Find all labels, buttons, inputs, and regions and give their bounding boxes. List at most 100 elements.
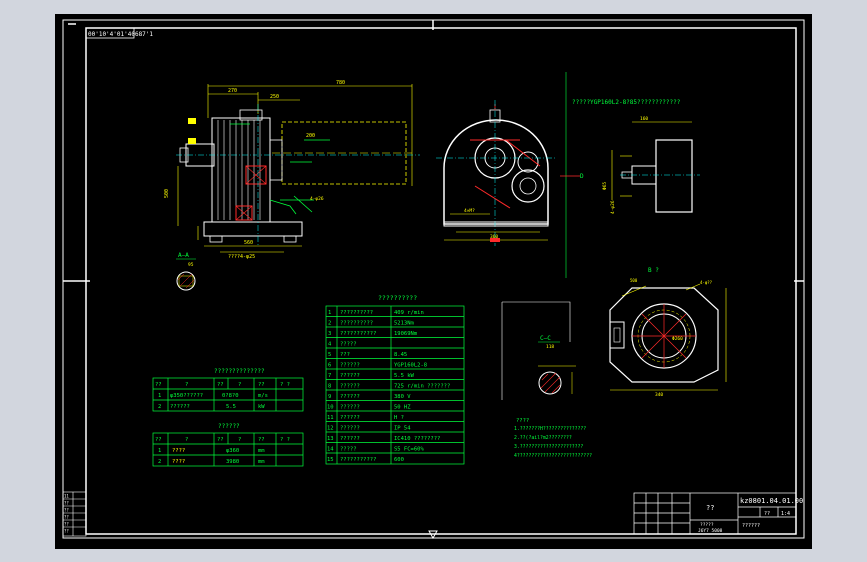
param-row-no: 13 [327,436,334,442]
param-row-value: 8.45 [394,352,407,358]
param-row-value: 5.5 kW [394,373,415,379]
scale-label: ?? [764,511,770,517]
table-b-cell: 3980 [226,459,239,465]
dim-len-b: 250 [270,94,279,100]
table-b-cell: mm [258,459,265,465]
dim-circle-note: 4-φ?? [700,280,713,285]
section-aa-label: A—A [178,252,189,259]
dim-len-a: 270 [228,88,237,94]
dim-b-top: 500 [630,278,638,283]
dim-base-len: 560 [244,240,253,246]
company-name: ?????? [742,523,760,529]
rev-cell: ?? [64,529,69,534]
table-a-cell: ?????? [170,404,190,410]
drawing-sheet [55,14,812,549]
param-row-no: 2 [328,321,331,327]
arrow-d-label: D [580,173,584,180]
param-row-name: ??? [340,352,350,358]
drawing-name: ?? [706,504,714,512]
table-b-cell: ???? [172,448,185,454]
param-row-name: ?????? [340,394,360,400]
param-row-value: 5213Nm [394,321,415,327]
section-cc-label: C—C [540,335,551,342]
motor-note: ?????YGP160L2-8?85???????????? [572,99,681,106]
rev-cell: ?? [64,508,69,513]
rev-cell: ?? [64,501,69,506]
note-1: 1.???????H??????????????? [514,426,586,432]
table-b-cell: mm [258,448,265,454]
table-b-h1: ? [185,437,188,443]
table-a-cell: m/s [258,393,268,399]
note-2: 2.??(?ail?m2???????? [514,435,572,441]
dim-pcd: Φ260 [672,336,683,342]
table-a-h1: ? [185,382,188,388]
dim-d-key: 4-φ26 [610,200,616,214]
table-b-cell: ???? [172,459,185,465]
rev-cell: ?? [64,522,69,527]
table-a-h0: ?? [155,382,162,388]
table-b-h5: ? ? [280,437,290,443]
param-row-name: ?????? [340,373,360,379]
param-row-value: H ? [394,415,404,421]
param-row-no: 6 [328,363,331,369]
table-b-h3: ? [238,437,241,443]
dim-total-len: 780 [336,80,345,86]
param-row-no: 15 [327,457,334,463]
param-row-no: 5 [328,352,331,358]
param-row-value: 50 HZ [394,405,411,411]
callout-flag-1 [188,118,196,124]
dim-cc: 118 [546,344,554,350]
callout-flag-2 [188,138,196,144]
table-b-cell: 2 [158,459,161,465]
table-a-cell: kW [258,404,265,410]
table-b-title: ?????? [218,423,240,430]
param-row-value: S5 FC=60% [394,447,424,453]
param-row-no: 3 [328,331,331,337]
rev-cell: 11 [64,494,69,499]
table-a-h5: ? ? [280,382,290,388]
material: J6Y7 5008 [698,528,723,534]
param-row-name: ?????? [340,384,360,390]
param-row-name: ?????????? [340,310,373,316]
param-row-name: ?????????? [340,321,373,327]
table-a-h3: ? [238,382,241,388]
param-row-value: 409 r/min [394,310,424,316]
dim-flange: 200 [306,133,315,139]
dim-d-len: 160 [640,116,648,122]
dim-anchor-note: 4×M? [464,208,475,214]
param-row-name: ????? [340,342,357,348]
param-row-no: 12 [327,426,334,432]
param-row-value: 600 [394,457,404,463]
table-b-h2: ?? [217,437,224,443]
cad-viewport[interactable]: 00'10'4'01'40687'1 780 270 250 500 560 ?… [0,0,867,562]
table-a-h4: ?? [258,382,265,388]
param-row-no: 8 [328,384,331,390]
param-row-no: 10 [327,405,334,411]
param-row-no: 14 [327,447,334,453]
param-row-no: 7 [328,373,331,379]
param-row-name: ??????????? [340,331,376,337]
param-row-no: 1 [328,310,331,316]
view-b-label: B ? [648,267,659,274]
table-b-h4: ?? [258,437,265,443]
param-row-value: 380 V [394,394,411,400]
param-row-name: ?????? [340,426,360,432]
dim-key-note: 4-φ26 [310,196,324,202]
param-row-name: ?????? [340,415,360,421]
table-b-cell: 1 [158,448,161,454]
corner-stamp: 00'10'4'01'40687'1 [88,31,153,38]
table-a-cell: φ350?????? [170,393,203,399]
note-3: 3.?????????????????????? [514,444,583,450]
param-row-value: IP 54 [394,426,411,432]
param-row-name: ?????? [340,436,360,442]
param-row-name: ??????????? [340,457,376,463]
param-row-no: 9 [328,394,331,400]
table-a-cell: 1 [158,393,161,399]
center-mark [490,238,500,242]
param-row-no: 11 [327,415,334,421]
drawing-number: kz0801.04.01.00 [740,497,803,505]
param-row-value: YGP160L2-8 [394,363,427,369]
param-row-value: IC410 ???????? [394,436,440,442]
dim-base-note: ????4-φ25 [228,254,255,260]
param-table-title: ?????????? [378,294,417,302]
